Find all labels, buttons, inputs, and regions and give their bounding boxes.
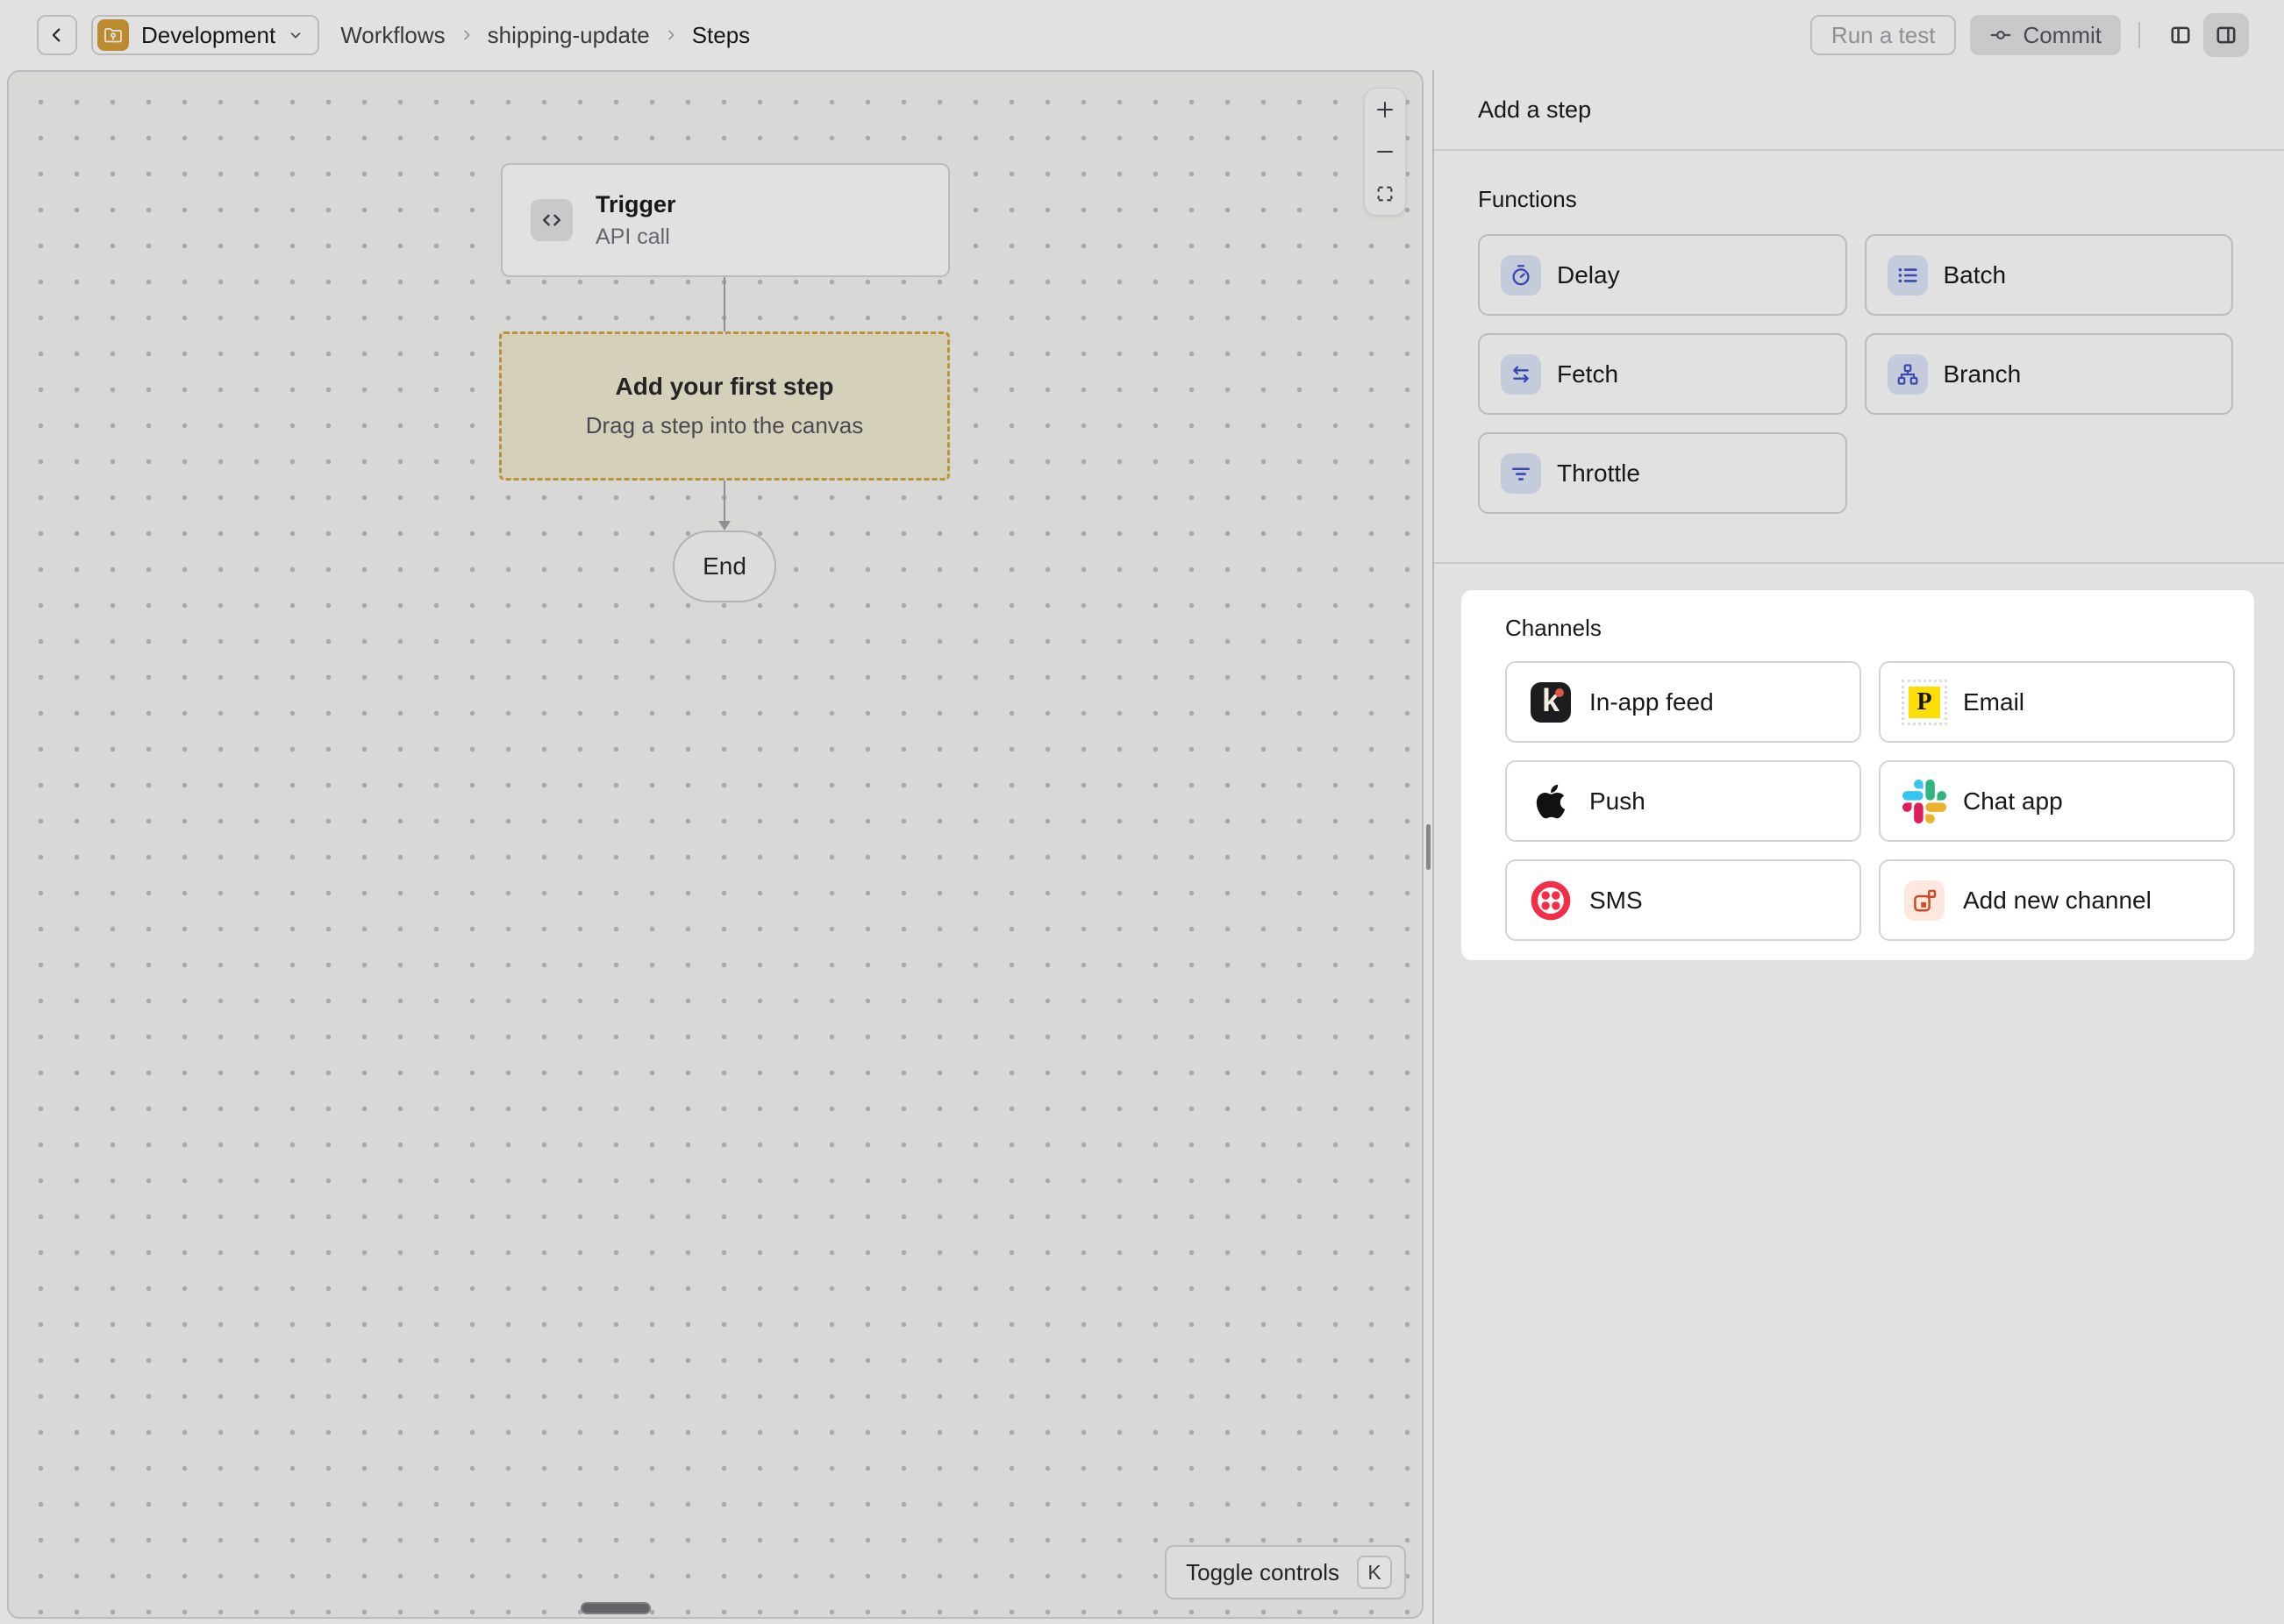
channels-section-title: Channels: [1505, 615, 2235, 642]
stopwatch-icon: [1501, 255, 1541, 296]
fit-view-button[interactable]: [1364, 174, 1406, 214]
arrow-head-icon: [718, 521, 731, 531]
throttle-lines-icon: [1501, 453, 1541, 494]
zoom-in-button[interactable]: [1364, 89, 1406, 130]
toggle-right-panel-button[interactable]: [2203, 13, 2249, 57]
git-commit-icon: [1989, 24, 2012, 46]
functions-section-title: Functions: [1478, 186, 2284, 213]
environment-selector[interactable]: Development: [91, 15, 319, 55]
channel-card-email[interactable]: P Email: [1879, 661, 2235, 743]
plus-icon: [1374, 99, 1395, 120]
breadcrumb-workflows[interactable]: Workflows: [340, 22, 445, 49]
trigger-subtitle: API call: [596, 224, 676, 250]
toggle-controls-button[interactable]: Toggle controls K: [1165, 1545, 1406, 1599]
run-a-test-button[interactable]: Run a test: [1810, 15, 1957, 55]
add-step-panel: Add a step Functions Delay Batch Fetch B…: [1432, 70, 2284, 1624]
vertical-scrollbar[interactable]: [1426, 824, 1431, 870]
commit-button[interactable]: Commit: [1970, 15, 2121, 55]
section-divider: [1434, 562, 2284, 564]
list-icon: [1888, 255, 1928, 296]
zoom-controls: [1364, 88, 1406, 216]
edge-connector: [724, 277, 725, 331]
keyboard-shortcut-badge: K: [1357, 1556, 1392, 1589]
minus-icon: [1374, 141, 1395, 162]
postmark-logo: P: [1902, 680, 1947, 725]
breadcrumb-workflow-name[interactable]: shipping-update: [488, 22, 650, 49]
chevron-right-icon: [664, 28, 678, 42]
trigger-node[interactable]: Trigger API call: [501, 163, 950, 277]
back-button[interactable]: [37, 15, 77, 55]
panel-right-icon: [2215, 24, 2238, 46]
function-card-delay[interactable]: Delay: [1478, 234, 1847, 316]
dropzone-title: Add your first step: [616, 373, 834, 401]
apple-logo: [1528, 779, 1574, 824]
toggle-controls-label: Toggle controls: [1186, 1559, 1339, 1586]
chevron-right-icon: [460, 28, 474, 42]
end-node[interactable]: End: [673, 531, 776, 602]
workflow-canvas[interactable]: Trigger API call Add your first step Dra…: [7, 70, 1424, 1619]
swap-arrows-icon: [1501, 354, 1541, 395]
channels-spotlight: Channels k In-app feed P Email Push: [1461, 590, 2254, 960]
dropzone-subtitle: Drag a step into the canvas: [586, 412, 864, 439]
panel-left-icon: [2169, 24, 2192, 46]
add-first-step-dropzone[interactable]: Add your first step Drag a step into the…: [499, 331, 950, 481]
functions-grid: Delay Batch Fetch Branch Throttle: [1434, 234, 2284, 514]
environment-folder-icon: [97, 19, 129, 51]
function-card-batch[interactable]: Batch: [1865, 234, 2234, 316]
end-label: End: [703, 552, 746, 581]
slack-logo: [1902, 779, 1947, 824]
code-brackets-icon: [531, 199, 573, 241]
breadcrumb: Workflows shipping-update Steps: [340, 22, 750, 49]
channel-card-push[interactable]: Push: [1505, 760, 1861, 842]
breadcrumb-steps[interactable]: Steps: [692, 22, 751, 49]
commit-label: Commit: [2023, 22, 2102, 49]
channels-grid: k In-app feed P Email Push: [1476, 661, 2235, 941]
channel-card-add-new[interactable]: Add new channel: [1879, 859, 2235, 941]
chevron-left-icon: [47, 25, 67, 45]
channel-card-in-app-feed[interactable]: k In-app feed: [1505, 661, 1861, 743]
blocks-icon: [1902, 878, 1947, 923]
twilio-logo: [1528, 878, 1574, 923]
function-card-branch[interactable]: Branch: [1865, 333, 2234, 415]
edge-connector: [724, 481, 725, 523]
fit-view-icon: [1375, 184, 1395, 203]
zoom-out-button[interactable]: [1364, 132, 1406, 172]
environment-label: Development: [141, 22, 275, 49]
channel-card-sms[interactable]: SMS: [1505, 859, 1861, 941]
trigger-title: Trigger: [596, 191, 676, 218]
channel-card-chat-app[interactable]: Chat app: [1879, 760, 2235, 842]
toolbar-divider: [2138, 22, 2140, 48]
function-card-throttle[interactable]: Throttle: [1478, 432, 1847, 514]
toggle-left-panel-button[interactable]: [2158, 13, 2203, 57]
knock-logo: k: [1528, 680, 1574, 725]
panel-title: Add a step: [1434, 70, 2284, 151]
tree-icon: [1888, 354, 1928, 395]
topbar: Development Workflows shipping-update St…: [0, 0, 2284, 70]
chevron-down-icon: [288, 27, 303, 43]
function-card-fetch[interactable]: Fetch: [1478, 333, 1847, 415]
horizontal-scrollbar[interactable]: [581, 1602, 651, 1614]
